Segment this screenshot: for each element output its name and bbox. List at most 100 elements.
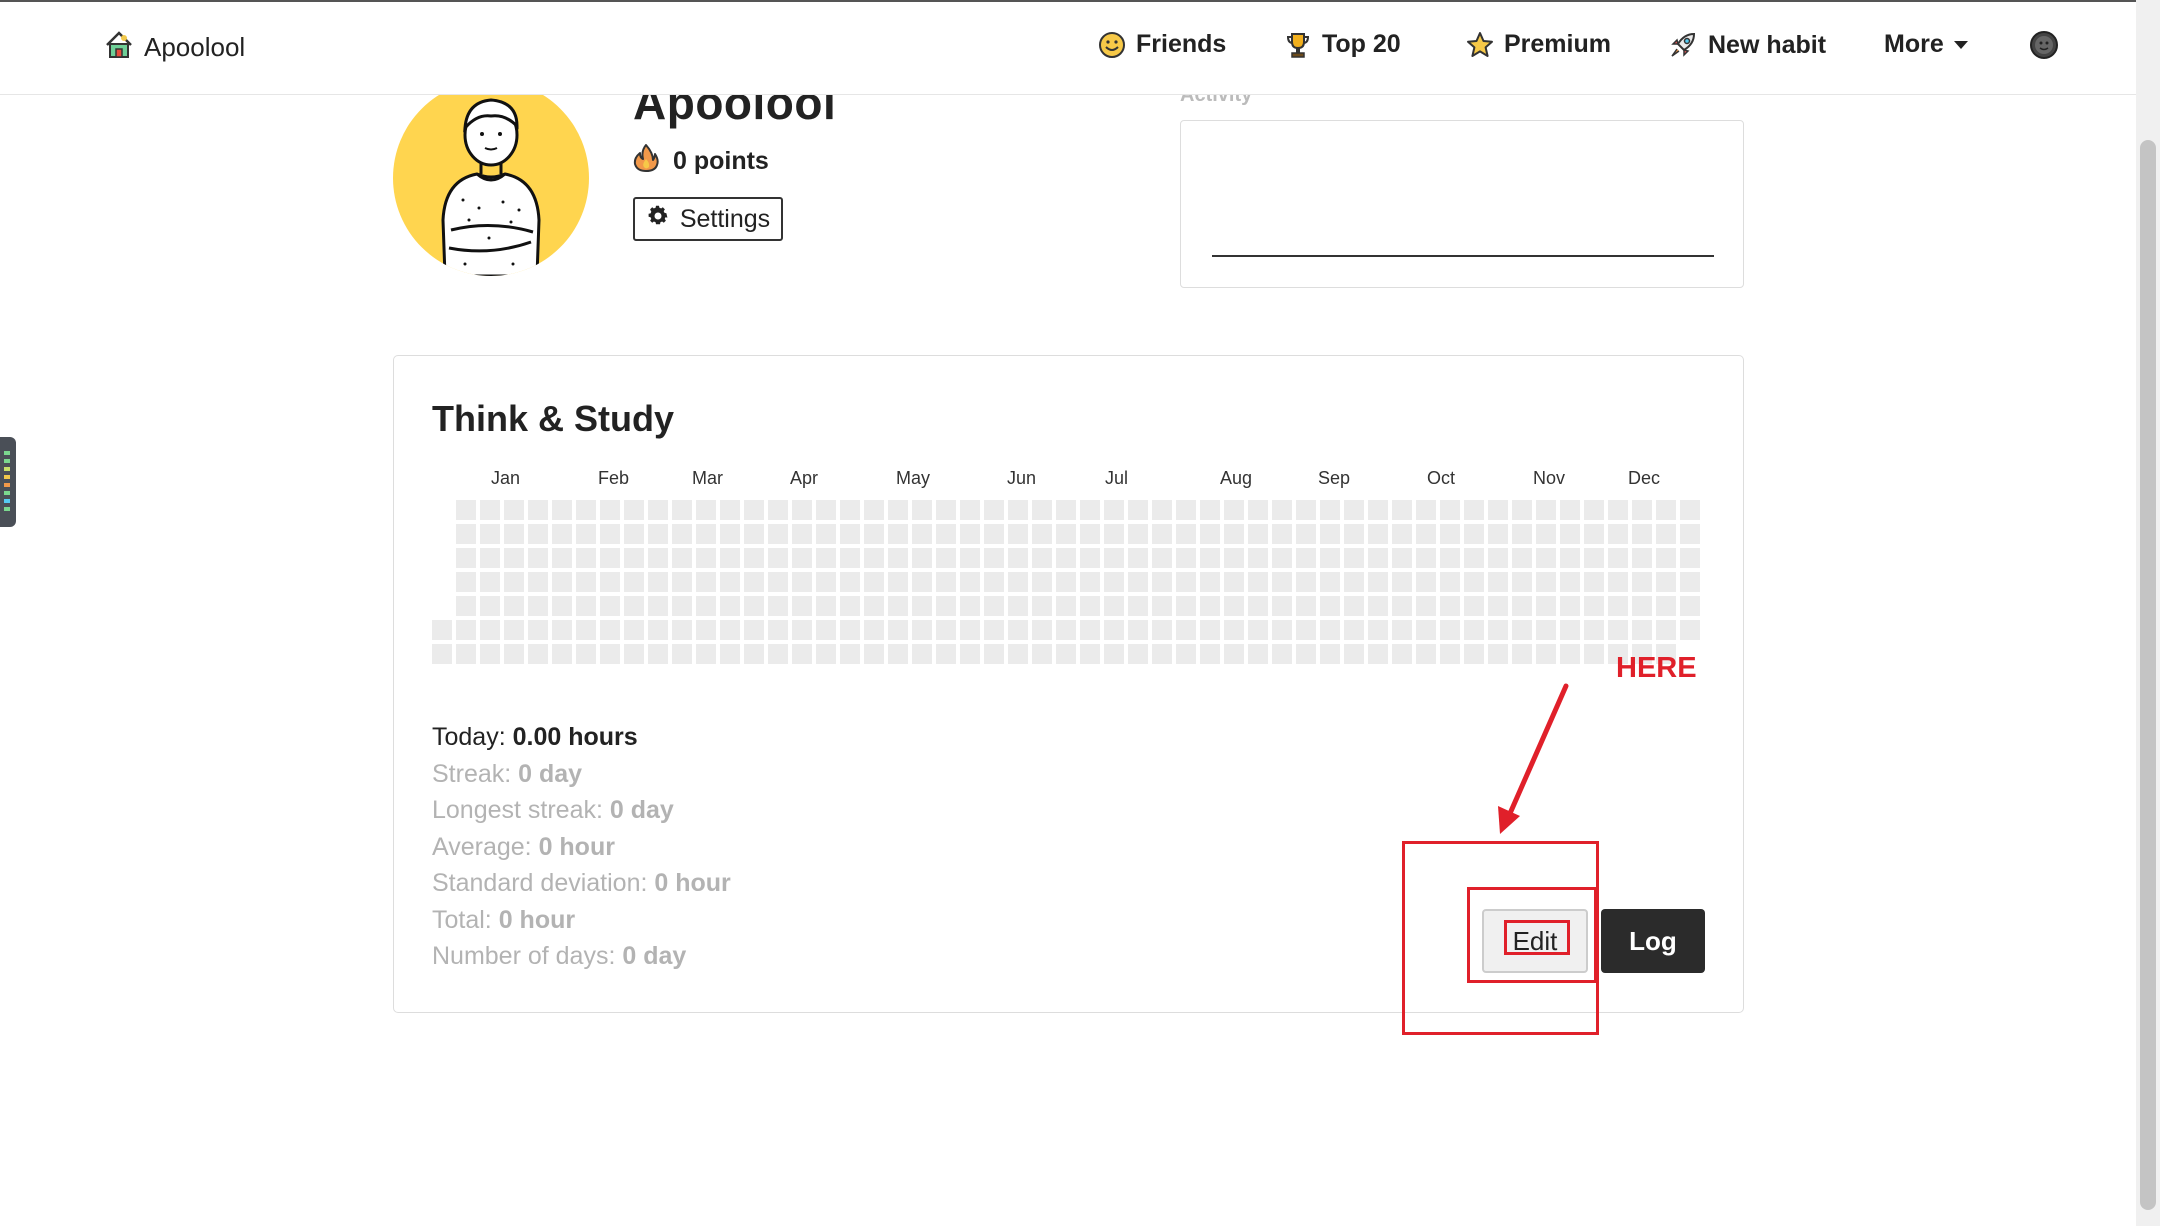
heatmap-day-cell[interactable] xyxy=(1680,548,1700,568)
heatmap-day-cell[interactable] xyxy=(480,524,500,544)
heatmap-day-cell[interactable] xyxy=(1656,500,1676,520)
heatmap-day-cell[interactable] xyxy=(1584,500,1604,520)
heatmap-day-cell[interactable] xyxy=(1464,620,1484,640)
heatmap-day-cell[interactable] xyxy=(1392,548,1412,568)
heatmap-day-cell[interactable] xyxy=(984,644,1004,664)
heatmap-day-cell[interactable] xyxy=(1440,572,1460,592)
heatmap-day-cell[interactable] xyxy=(864,500,884,520)
heatmap-day-cell[interactable] xyxy=(1248,620,1268,640)
heatmap-day-cell[interactable] xyxy=(504,644,524,664)
heatmap-day-cell[interactable] xyxy=(1536,572,1556,592)
heatmap-day-cell[interactable] xyxy=(792,596,812,616)
heatmap-day-cell[interactable] xyxy=(528,500,548,520)
heatmap-day-cell[interactable] xyxy=(792,620,812,640)
heatmap-day-cell[interactable] xyxy=(1464,524,1484,544)
heatmap-day-cell[interactable] xyxy=(1464,644,1484,664)
heatmap-day-cell[interactable] xyxy=(1368,620,1388,640)
heatmap-day-cell[interactable] xyxy=(1512,572,1532,592)
heatmap-day-cell[interactable] xyxy=(960,548,980,568)
heatmap-day-cell[interactable] xyxy=(1224,548,1244,568)
heatmap-day-cell[interactable] xyxy=(840,548,860,568)
heatmap-day-cell[interactable] xyxy=(624,644,644,664)
heatmap-day-cell[interactable] xyxy=(1656,572,1676,592)
heatmap-day-cell[interactable] xyxy=(552,572,572,592)
heatmap-day-cell[interactable] xyxy=(1344,572,1364,592)
heatmap-day-cell[interactable] xyxy=(480,644,500,664)
heatmap-day-cell[interactable] xyxy=(648,500,668,520)
heatmap-day-cell[interactable] xyxy=(960,596,980,616)
heatmap-day-cell[interactable] xyxy=(1200,596,1220,616)
heatmap-day-cell[interactable] xyxy=(888,524,908,544)
heatmap-day-cell[interactable] xyxy=(528,524,548,544)
heatmap-day-cell[interactable] xyxy=(1128,572,1148,592)
heatmap-day-cell[interactable] xyxy=(1560,596,1580,616)
heatmap-day-cell[interactable] xyxy=(1176,548,1196,568)
heatmap-day-cell[interactable] xyxy=(672,500,692,520)
heatmap-day-cell[interactable] xyxy=(1200,620,1220,640)
heatmap-day-cell[interactable] xyxy=(1320,572,1340,592)
heatmap-day-cell[interactable] xyxy=(1176,644,1196,664)
heatmap-day-cell[interactable] xyxy=(1608,572,1628,592)
heatmap-day-cell[interactable] xyxy=(432,620,452,640)
heatmap-day-cell[interactable] xyxy=(1272,572,1292,592)
heatmap-day-cell[interactable] xyxy=(1032,596,1052,616)
heatmap-day-cell[interactable] xyxy=(1128,644,1148,664)
heatmap-day-cell[interactable] xyxy=(1296,596,1316,616)
nav-new-habit[interactable]: New habit xyxy=(1668,30,1826,60)
heatmap-day-cell[interactable] xyxy=(1344,620,1364,640)
heatmap-day-cell[interactable] xyxy=(1560,644,1580,664)
heatmap-day-cell[interactable] xyxy=(1608,524,1628,544)
heatmap-day-cell[interactable] xyxy=(1416,596,1436,616)
heatmap-day-cell[interactable] xyxy=(1176,524,1196,544)
heatmap-day-cell[interactable] xyxy=(504,500,524,520)
heatmap-day-cell[interactable] xyxy=(696,596,716,616)
heatmap-day-cell[interactable] xyxy=(552,644,572,664)
heatmap-day-cell[interactable] xyxy=(744,500,764,520)
heatmap-day-cell[interactable] xyxy=(480,548,500,568)
heatmap-day-cell[interactable] xyxy=(1248,572,1268,592)
heatmap-day-cell[interactable] xyxy=(552,548,572,568)
heatmap-day-cell[interactable] xyxy=(1440,500,1460,520)
heatmap-day-cell[interactable] xyxy=(984,620,1004,640)
nav-friends[interactable]: Friends xyxy=(1098,30,1226,59)
heatmap-day-cell[interactable] xyxy=(1032,644,1052,664)
heatmap-day-cell[interactable] xyxy=(984,596,1004,616)
heatmap-day-cell[interactable] xyxy=(1152,548,1172,568)
heatmap-day-cell[interactable] xyxy=(912,644,932,664)
heatmap-day-cell[interactable] xyxy=(936,620,956,640)
heatmap-day-cell[interactable] xyxy=(792,572,812,592)
page-scrollbar[interactable] xyxy=(2136,0,2160,1226)
heatmap-day-cell[interactable] xyxy=(600,548,620,568)
heatmap-day-cell[interactable] xyxy=(1440,524,1460,544)
heatmap-day-cell[interactable] xyxy=(1248,548,1268,568)
heatmap-day-cell[interactable] xyxy=(1296,524,1316,544)
heatmap-day-cell[interactable] xyxy=(1056,620,1076,640)
heatmap-day-cell[interactable] xyxy=(1224,644,1244,664)
heatmap-day-cell[interactable] xyxy=(1104,500,1124,520)
heatmap-day-cell[interactable] xyxy=(984,524,1004,544)
edit-button[interactable]: Edit xyxy=(1482,909,1588,973)
heatmap-day-cell[interactable] xyxy=(744,548,764,568)
heatmap-day-cell[interactable] xyxy=(1032,620,1052,640)
heatmap-day-cell[interactable] xyxy=(936,596,956,616)
heatmap-day-cell[interactable] xyxy=(1392,524,1412,544)
heatmap-day-cell[interactable] xyxy=(1032,572,1052,592)
heatmap-day-cell[interactable] xyxy=(552,596,572,616)
heatmap-day-cell[interactable] xyxy=(936,644,956,664)
heatmap-day-cell[interactable] xyxy=(1536,620,1556,640)
heatmap-day-cell[interactable] xyxy=(456,524,476,544)
heatmap-day-cell[interactable] xyxy=(1104,548,1124,568)
heatmap-day-cell[interactable] xyxy=(456,572,476,592)
heatmap-day-cell[interactable] xyxy=(1392,620,1412,640)
heatmap-day-cell[interactable] xyxy=(768,596,788,616)
heatmap-day-cell[interactable] xyxy=(864,524,884,544)
heatmap-day-cell[interactable] xyxy=(1320,500,1340,520)
heatmap-day-cell[interactable] xyxy=(1536,644,1556,664)
heatmap-day-cell[interactable] xyxy=(648,548,668,568)
heatmap-day-cell[interactable] xyxy=(936,548,956,568)
heatmap-day-cell[interactable] xyxy=(1152,596,1172,616)
heatmap-day-cell[interactable] xyxy=(1176,572,1196,592)
heatmap-day-cell[interactable] xyxy=(576,620,596,640)
heatmap-day-cell[interactable] xyxy=(1200,644,1220,664)
heatmap-day-cell[interactable] xyxy=(648,620,668,640)
